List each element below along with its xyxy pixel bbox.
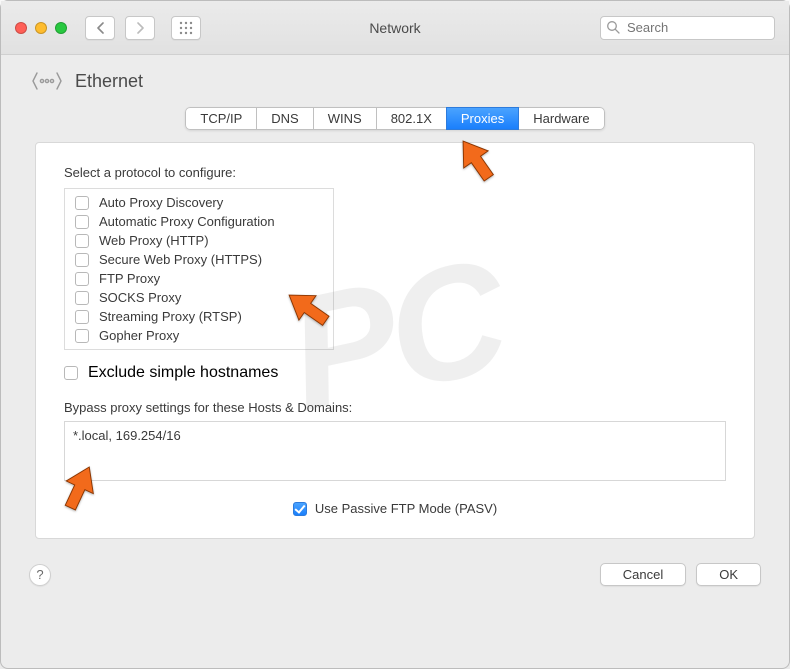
zoom-icon[interactable] [55,22,67,34]
tab-proxies[interactable]: Proxies [446,107,519,130]
protocol-label: FTP Proxy [99,271,160,286]
tab-8021x[interactable]: 802.1X [376,107,447,130]
cancel-button[interactable]: Cancel [600,563,686,586]
toolbar-nav [85,16,201,40]
help-button[interactable]: ? [29,564,51,586]
protocol-row[interactable]: FTP Proxy [65,269,333,288]
show-all-button[interactable] [171,16,201,40]
chevron-left-icon [96,22,105,34]
tab-wins[interactable]: WINS [313,107,377,130]
search-icon [606,20,620,34]
protocol-checkbox[interactable] [75,234,89,248]
content-panel: Select a protocol to configure: Auto Pro… [35,142,755,539]
protocol-checkbox[interactable] [75,215,89,229]
forward-button[interactable] [125,16,155,40]
protocol-checkbox[interactable] [75,291,89,305]
ok-button[interactable]: OK [696,563,761,586]
protocol-label: SOCKS Proxy [99,290,181,305]
exclude-simple-row[interactable]: Exclude simple hostnames [64,364,726,382]
back-button[interactable] [85,16,115,40]
protocol-label: Secure Web Proxy (HTTPS) [99,252,262,267]
protocol-label: Auto Proxy Discovery [99,195,223,210]
footer: ? Cancel OK [1,553,789,608]
protocol-checkbox[interactable] [75,329,89,343]
grid-icon [179,21,193,35]
pasv-label: Use Passive FTP Mode (PASV) [315,501,497,516]
protocol-list: Auto Proxy Discovery Automatic Proxy Conf… [64,188,334,350]
tab-hardware[interactable]: Hardware [518,107,604,130]
minimize-icon[interactable] [35,22,47,34]
bypass-label: Bypass proxy settings for these Hosts & … [64,400,726,415]
protocol-section-label: Select a protocol to configure: [64,165,726,180]
protocol-row[interactable]: Web Proxy (HTTP) [65,231,333,250]
preferences-window: Network Ethernet TCP/IPDNSWINS802.1XProx… [0,0,790,669]
chevron-right-icon [136,22,145,34]
protocol-row[interactable]: Gopher Proxy [65,326,333,345]
tab-bar: TCP/IPDNSWINS802.1XProxiesHardware [1,107,789,130]
pasv-row[interactable]: Use Passive FTP Mode (PASV) [64,501,726,516]
search-input[interactable] [600,16,775,40]
protocol-row[interactable]: Streaming Proxy (RTSP) [65,307,333,326]
tab-dns[interactable]: DNS [256,107,313,130]
protocol-checkbox[interactable] [75,196,89,210]
pane-title: Ethernet [75,71,143,92]
exclude-simple-label: Exclude simple hostnames [88,364,278,382]
exclude-simple-checkbox[interactable] [64,366,78,380]
bypass-textbox[interactable]: *.local, 169.254/16 [64,421,726,481]
protocol-checkbox[interactable] [75,253,89,267]
tab-tcpip[interactable]: TCP/IP [185,107,257,130]
protocol-row[interactable]: SOCKS Proxy [65,288,333,307]
pasv-checkbox[interactable] [293,502,307,516]
pane-header: Ethernet [1,55,789,103]
protocol-checkbox[interactable] [75,310,89,324]
window-controls [15,22,67,34]
close-icon[interactable] [15,22,27,34]
protocol-label: Streaming Proxy (RTSP) [99,309,242,324]
protocol-row[interactable]: Secure Web Proxy (HTTPS) [65,250,333,269]
protocol-row[interactable]: Auto Proxy Discovery [65,193,333,212]
protocol-row[interactable]: Automatic Proxy Configuration [65,212,333,231]
ethernet-icon [31,69,63,93]
titlebar: Network [1,1,789,55]
protocol-label: Web Proxy (HTTP) [99,233,209,248]
protocol-checkbox[interactable] [75,272,89,286]
search-wrap [600,16,775,40]
protocol-label: Automatic Proxy Configuration [99,214,275,229]
protocol-label: Gopher Proxy [99,328,179,343]
